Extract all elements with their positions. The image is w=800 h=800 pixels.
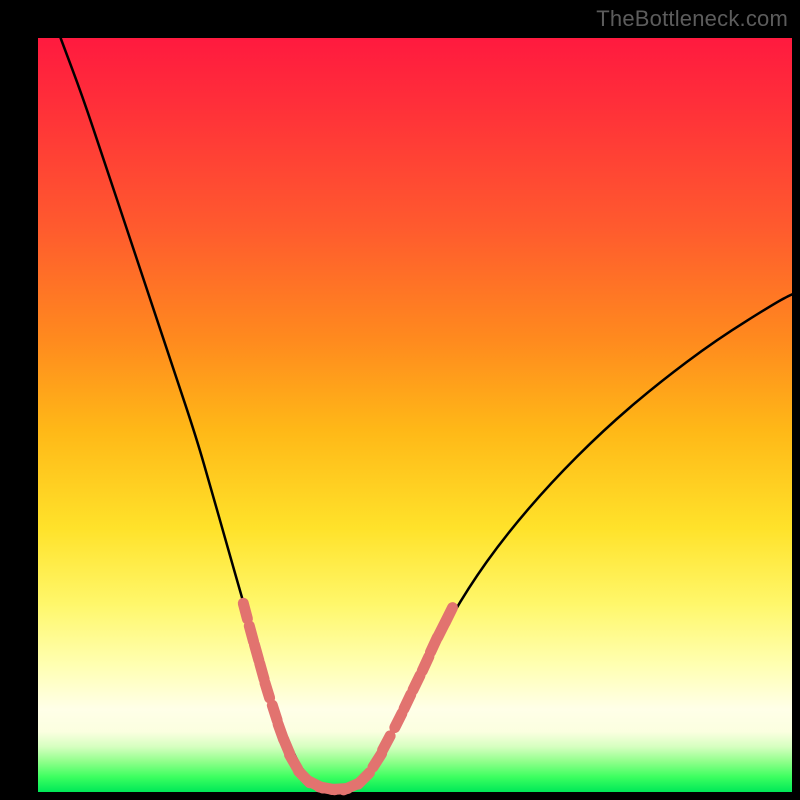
marker-dash — [422, 657, 429, 672]
marker-dash — [413, 676, 420, 690]
outer-frame: TheBottleneck.com — [0, 0, 800, 800]
plot-area — [38, 38, 792, 792]
marker-dash — [260, 664, 264, 679]
marker-dash — [358, 773, 369, 784]
highlight-markers — [243, 603, 452, 790]
marker-dash — [395, 713, 402, 727]
watermark-text: TheBottleneck.com — [596, 6, 788, 32]
curve-svg — [38, 38, 792, 792]
marker-dash — [243, 603, 247, 619]
marker-dash — [373, 754, 382, 768]
marker-dash — [383, 736, 391, 750]
marker-dash — [272, 705, 277, 720]
marker-dash — [445, 608, 452, 622]
marker-dash — [265, 683, 270, 698]
marker-dash — [249, 626, 253, 642]
marker-dash — [404, 694, 411, 708]
marker-dash — [255, 645, 259, 660]
curve-path — [61, 38, 792, 790]
bottleneck-curve — [61, 38, 792, 790]
